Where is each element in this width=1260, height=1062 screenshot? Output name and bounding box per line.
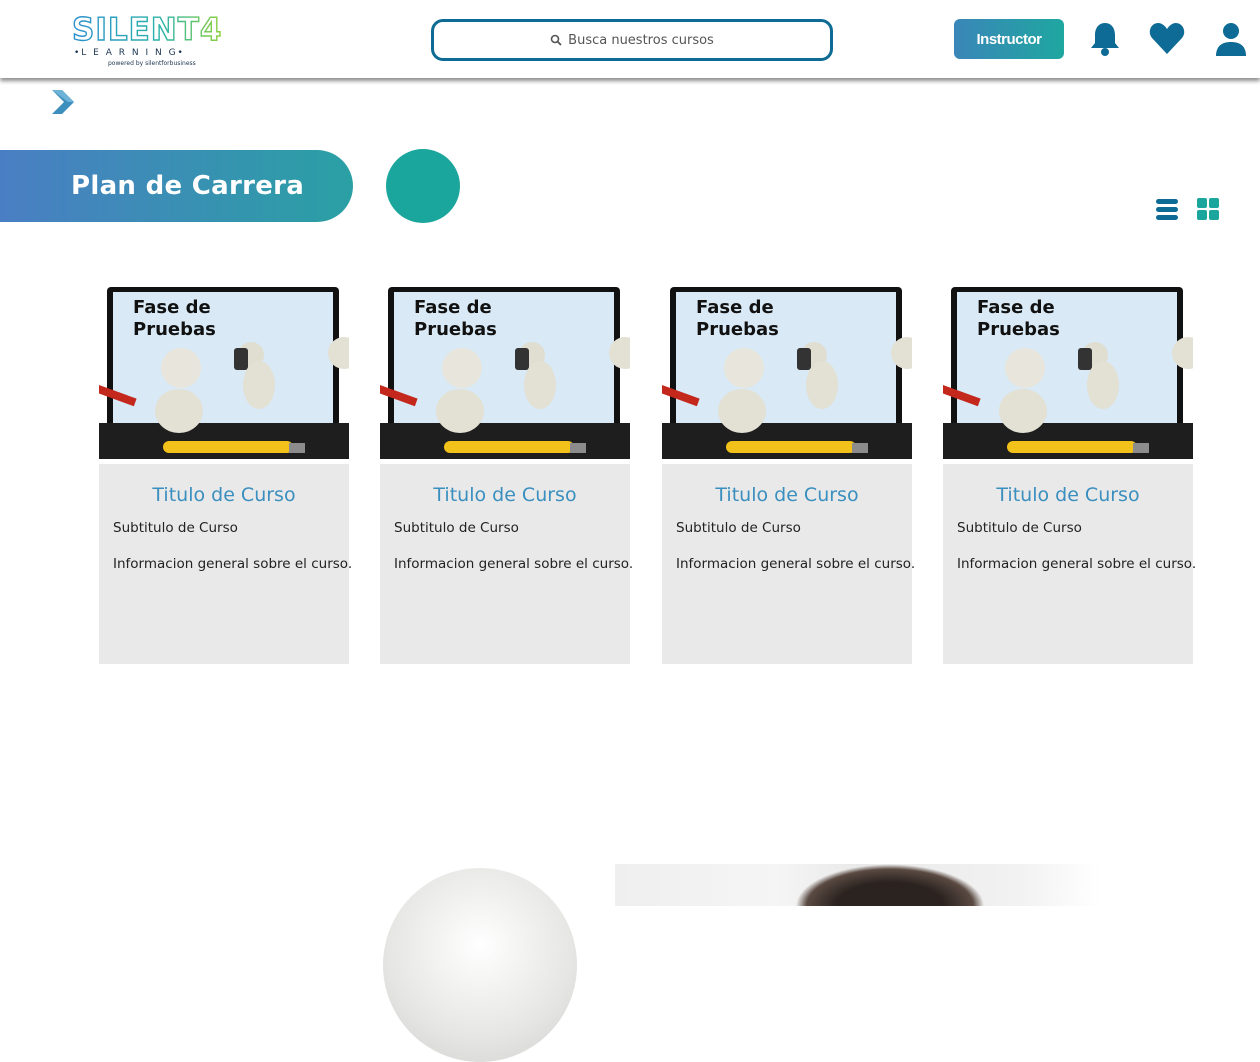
list-view-icon[interactable] <box>1155 197 1179 221</box>
course-subtitle: Subtitulo de Curso <box>957 520 1082 536</box>
notifications-bell-icon[interactable] <box>1086 20 1124 58</box>
decorative-circle <box>386 149 460 223</box>
bottom-photo-edge <box>1021 864 1101 906</box>
thumbnail-caption-line1: Fase de <box>414 297 492 318</box>
search-icon <box>550 34 562 46</box>
course-title[interactable]: Titulo de Curso <box>380 484 630 506</box>
course-info: Informacion general sobre el curso. <box>394 556 634 572</box>
course-info: Informacion general sobre el curso. <box>113 556 353 572</box>
search-input[interactable]: Busca nuestros cursos <box>431 19 833 61</box>
course-card[interactable]: Fase de Pruebas Titulo de Curso Subtitul… <box>380 283 634 664</box>
course-thumbnail[interactable]: Fase de Pruebas <box>943 283 1193 464</box>
grid-view-icon[interactable] <box>1196 197 1220 221</box>
search-placeholder: Busca nuestros cursos <box>568 32 714 48</box>
course-card[interactable]: Fase de Pruebas Titulo de Curso Subtitul… <box>943 283 1197 664</box>
svg-text:powered by silentforbusiness: powered by silentforbusiness <box>108 60 196 67</box>
thumbnail-caption-line2: Pruebas <box>414 319 497 340</box>
course-info: Informacion general sobre el curso. <box>957 556 1197 572</box>
thumbnail-caption-line2: Pruebas <box>977 319 1060 340</box>
top-header: SILENT4 •L E A R N I N G• powered by sil… <box>0 0 1260 78</box>
course-thumbnail[interactable]: Fase de Pruebas <box>99 283 349 464</box>
course-card[interactable]: Fase de Pruebas Titulo de Curso Subtitul… <box>662 283 916 664</box>
section-banner: Plan de Carrera <box>0 150 353 222</box>
thumbnail-caption-line2: Pruebas <box>696 319 779 340</box>
favorites-heart-icon[interactable] <box>1148 20 1186 58</box>
svg-text:SILENT4: SILENT4 <box>72 12 222 48</box>
bottom-photo-person <box>795 864 985 906</box>
section-title: Plan de Carrera <box>71 171 305 201</box>
chevron-right-icon[interactable] <box>48 88 76 116</box>
course-thumbnail[interactable]: Fase de Pruebas <box>380 283 630 464</box>
course-subtitle: Subtitulo de Curso <box>394 520 519 536</box>
thumbnail-caption-line1: Fase de <box>696 297 774 318</box>
course-subtitle: Subtitulo de Curso <box>113 520 238 536</box>
instructor-button[interactable]: Instructor <box>954 19 1064 59</box>
course-title[interactable]: Titulo de Curso <box>662 484 912 506</box>
svg-text:•L E A R N I N G•: •L E A R N I N G• <box>74 48 185 58</box>
course-title[interactable]: Titulo de Curso <box>99 484 349 506</box>
thumbnail-caption-line1: Fase de <box>977 297 1055 318</box>
user-profile-icon[interactable] <box>1212 20 1250 58</box>
thumbnail-caption-line1: Fase de <box>133 297 211 318</box>
thumbnail-caption-line2: Pruebas <box>133 319 216 340</box>
course-card[interactable]: Fase de Pruebas Titulo de Curso Subtitul… <box>99 283 353 664</box>
course-info: Informacion general sobre el curso. <box>676 556 916 572</box>
site-logo[interactable]: SILENT4 •L E A R N I N G• powered by sil… <box>70 10 245 68</box>
course-thumbnail[interactable]: Fase de Pruebas <box>662 283 912 464</box>
logo-graphic: SILENT4 •L E A R N I N G• powered by sil… <box>71 11 222 67</box>
course-subtitle: Subtitulo de Curso <box>676 520 801 536</box>
course-title[interactable]: Titulo de Curso <box>943 484 1193 506</box>
bottom-image-circle <box>383 868 577 1062</box>
